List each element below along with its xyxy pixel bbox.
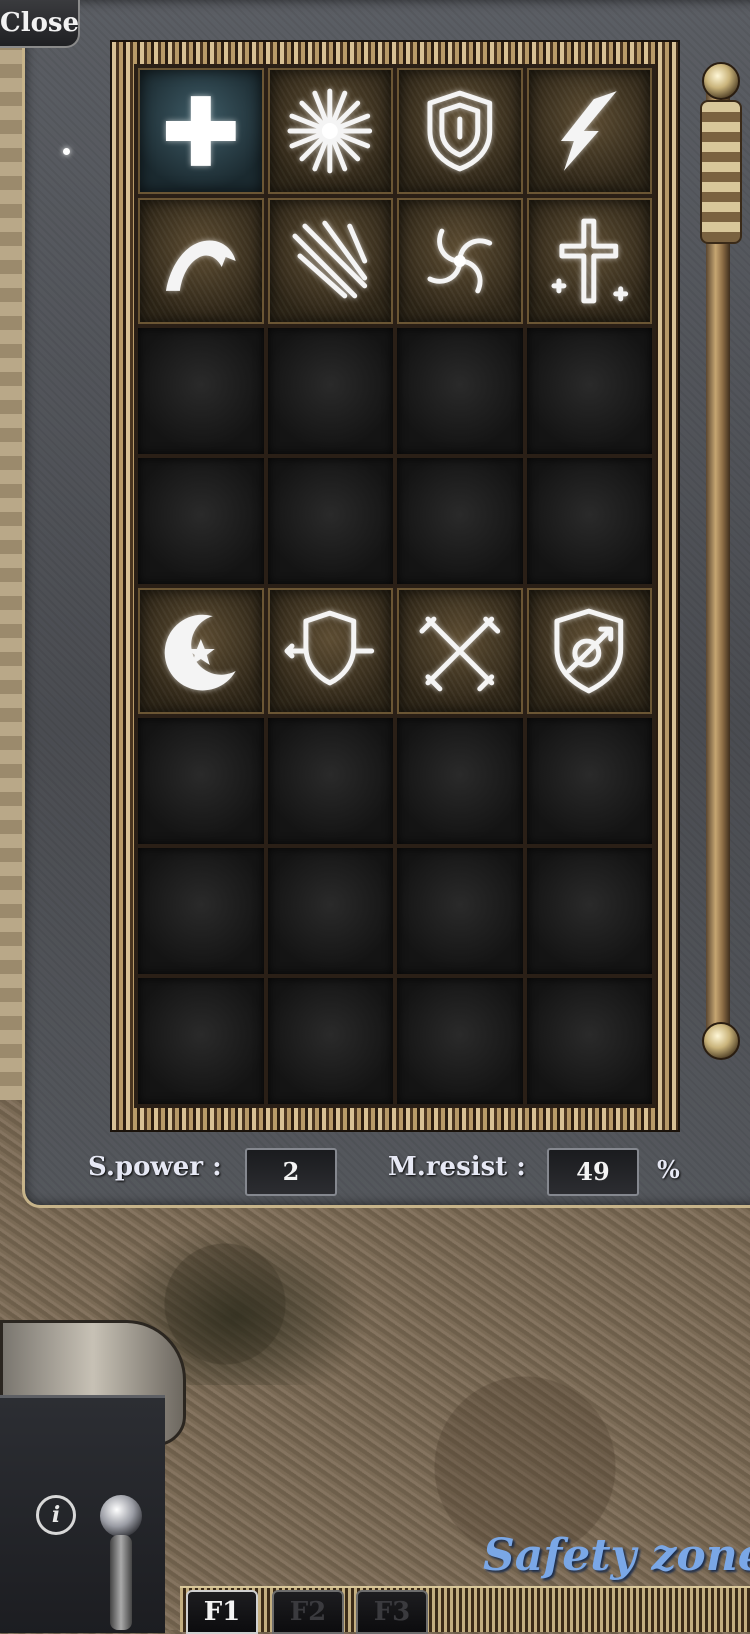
empty-skill-slot[interactable] [397, 718, 523, 844]
close-button[interactable]: Close [0, 0, 80, 48]
vortex-icon [399, 200, 521, 322]
skill-slot[interactable] [267, 198, 393, 324]
skill-slot[interactable] [397, 68, 523, 194]
hotkey-tab-f1[interactable]: F1 [186, 1590, 258, 1634]
empty-skill-slot[interactable] [397, 978, 523, 1104]
skill-slot[interactable] [267, 588, 393, 714]
orb-icon[interactable] [100, 1495, 142, 1537]
empty-skill-slot[interactable] [267, 978, 393, 1104]
skill-slot[interactable] [526, 588, 652, 714]
mresist-label: M.resist : [388, 1152, 526, 1182]
skill-slot[interactable] [138, 68, 264, 194]
shield-arrows-icon [270, 590, 392, 712]
empty-skill-slot[interactable] [526, 718, 652, 844]
empty-skill-slot[interactable] [138, 978, 264, 1104]
skill-slot[interactable] [526, 68, 652, 194]
empty-skill-slot[interactable] [397, 458, 523, 584]
skill-slot[interactable] [138, 198, 264, 324]
hotkey-bar [180, 1586, 750, 1632]
scrollbar-thumb[interactable] [700, 100, 742, 244]
starburst-icon [270, 70, 392, 192]
mresist-value: 49 [547, 1148, 639, 1196]
skill-slot[interactable] [138, 588, 264, 714]
scroll-up-knob[interactable] [702, 62, 740, 100]
empty-skill-slot[interactable] [267, 458, 393, 584]
skill-slot[interactable] [526, 198, 652, 324]
empty-skill-slot[interactable] [138, 458, 264, 584]
empty-skill-slot[interactable] [397, 328, 523, 454]
empty-skill-slot[interactable] [267, 328, 393, 454]
crossed-swords-icon [399, 590, 521, 712]
empty-skill-slot[interactable] [138, 328, 264, 454]
empty-skill-slot[interactable] [267, 718, 393, 844]
info-icon[interactable]: i [36, 1495, 76, 1535]
shield-icon [399, 70, 521, 192]
empty-skill-slot[interactable] [526, 848, 652, 974]
skill-grid-frame [110, 40, 680, 1132]
slash-strikes-icon [270, 200, 392, 322]
holy-cross-icon [529, 200, 651, 322]
wave-swoosh-icon [140, 200, 262, 322]
empty-skill-slot[interactable] [138, 848, 264, 974]
empty-skill-slot[interactable] [138, 718, 264, 844]
lever-handle[interactable] [110, 1535, 132, 1630]
hotkey-tab-f3[interactable]: F3 [356, 1590, 428, 1634]
skill-slot[interactable] [397, 198, 523, 324]
spower-value: 2 [245, 1148, 337, 1196]
skill-slot[interactable] [397, 588, 523, 714]
skill-grid [134, 64, 656, 1108]
skill-slot[interactable] [267, 68, 393, 194]
heal-cross-icon [140, 70, 262, 192]
empty-skill-slot[interactable] [526, 328, 652, 454]
empty-skill-slot[interactable] [526, 458, 652, 584]
moon-star-icon [140, 590, 262, 712]
mresist-unit: % [657, 1155, 680, 1184]
empty-skill-slot[interactable] [267, 848, 393, 974]
spower-label: S.power : [88, 1152, 222, 1182]
empty-skill-slot[interactable] [397, 848, 523, 974]
zone-status-text: Safety zone [483, 1530, 750, 1581]
hotkey-tab-f2[interactable]: F2 [272, 1590, 344, 1634]
scroll-down-knob[interactable] [702, 1022, 740, 1060]
lightning-icon [529, 70, 651, 192]
sparkle-decoration [63, 148, 70, 155]
empty-skill-slot[interactable] [526, 978, 652, 1104]
shield-spear-icon [529, 590, 651, 712]
